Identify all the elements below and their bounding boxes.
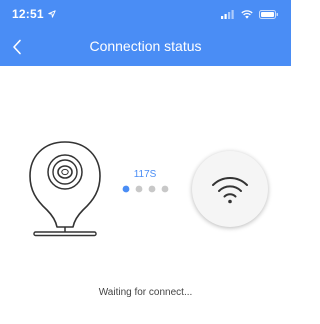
page-title: Connection status xyxy=(89,38,202,54)
cellular-signal-icon xyxy=(221,9,234,19)
countdown-timer: 117S xyxy=(133,169,157,180)
wifi-badge xyxy=(192,151,268,227)
camera-icon xyxy=(29,141,101,237)
battery-icon xyxy=(259,9,278,19)
status-icons xyxy=(221,8,279,20)
nav-bar: Connection status xyxy=(0,28,291,66)
status-time: 12:51 xyxy=(12,7,56,21)
wifi-icon xyxy=(212,176,248,204)
progress-dot xyxy=(122,185,130,193)
connection-status-screen: 12:51 Connection status 117S Waiting for… xyxy=(0,0,291,324)
waiting-message: Waiting for connect... xyxy=(98,287,193,298)
status-time-text: 12:51 xyxy=(12,7,44,21)
status-bar: 12:51 xyxy=(0,0,291,28)
progress-dot xyxy=(148,185,156,193)
location-arrow-icon xyxy=(48,10,56,18)
progress-dot xyxy=(161,185,169,193)
wifi-status-icon xyxy=(241,9,253,19)
progress-dot xyxy=(135,185,143,193)
app-header: 12:51 Connection status xyxy=(0,0,291,66)
progress-dots xyxy=(122,185,169,193)
